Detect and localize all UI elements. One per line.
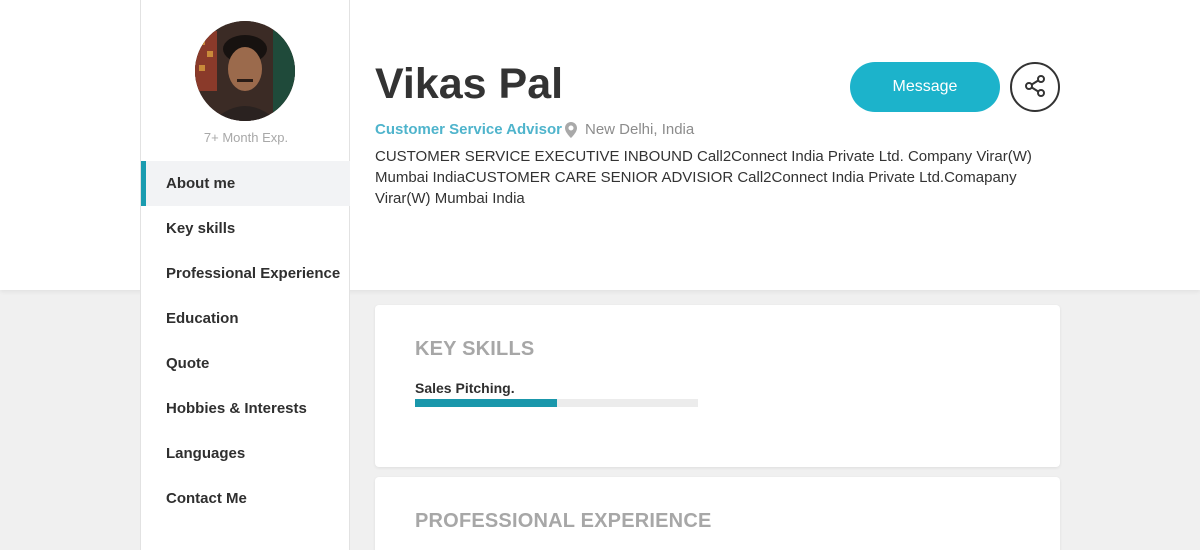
professional-experience-title: PROFESSIONAL EXPERIENCE [415,510,712,532]
skill-progress-fill [415,399,557,407]
sidebar-item-professional-experience[interactable]: Professional Experience [141,251,350,296]
sidebar-item-quote[interactable]: Quote [141,341,350,386]
professional-experience-card: PROFESSIONAL EXPERIENCE [375,477,1060,550]
skill-name: Sales Pitching. [415,380,515,396]
key-skills-card: KEY SKILLS Sales Pitching. [375,305,1060,467]
profile-name: Vikas Pal [375,60,564,108]
sidebar-item-key-skills[interactable]: Key skills [141,206,350,251]
sidebar-item-hobbies-interests[interactable]: Hobbies & Interests [141,386,350,431]
profile-role: Customer Service Advisor [375,121,563,138]
share-icon [1023,74,1047,101]
sidebar-item-languages[interactable]: Languages [141,431,350,476]
location-text: New Delhi, India [585,121,695,138]
profile-location: New Delhi, India [565,121,694,138]
sidebar-item-contact-me[interactable]: Contact Me [141,476,350,521]
sidebar: 7+ Month Exp. About me Key skills Profes… [140,0,350,550]
avatar [195,21,295,121]
experience-label: 7+ Month Exp. [203,130,289,145]
sidebar-item-education[interactable]: Education [141,296,350,341]
location-pin-icon [565,121,577,138]
sidebar-item-about-me[interactable]: About me [141,161,350,206]
skill-progress-track [415,399,698,407]
message-button[interactable]: Message [850,62,1000,112]
share-button[interactable] [1010,62,1060,112]
sidebar-nav: About me Key skills Professional Experie… [141,161,350,521]
profile-summary: CUSTOMER SERVICE EXECUTIVE INBOUND Call2… [375,148,1032,207]
key-skills-title: KEY SKILLS [415,338,535,360]
